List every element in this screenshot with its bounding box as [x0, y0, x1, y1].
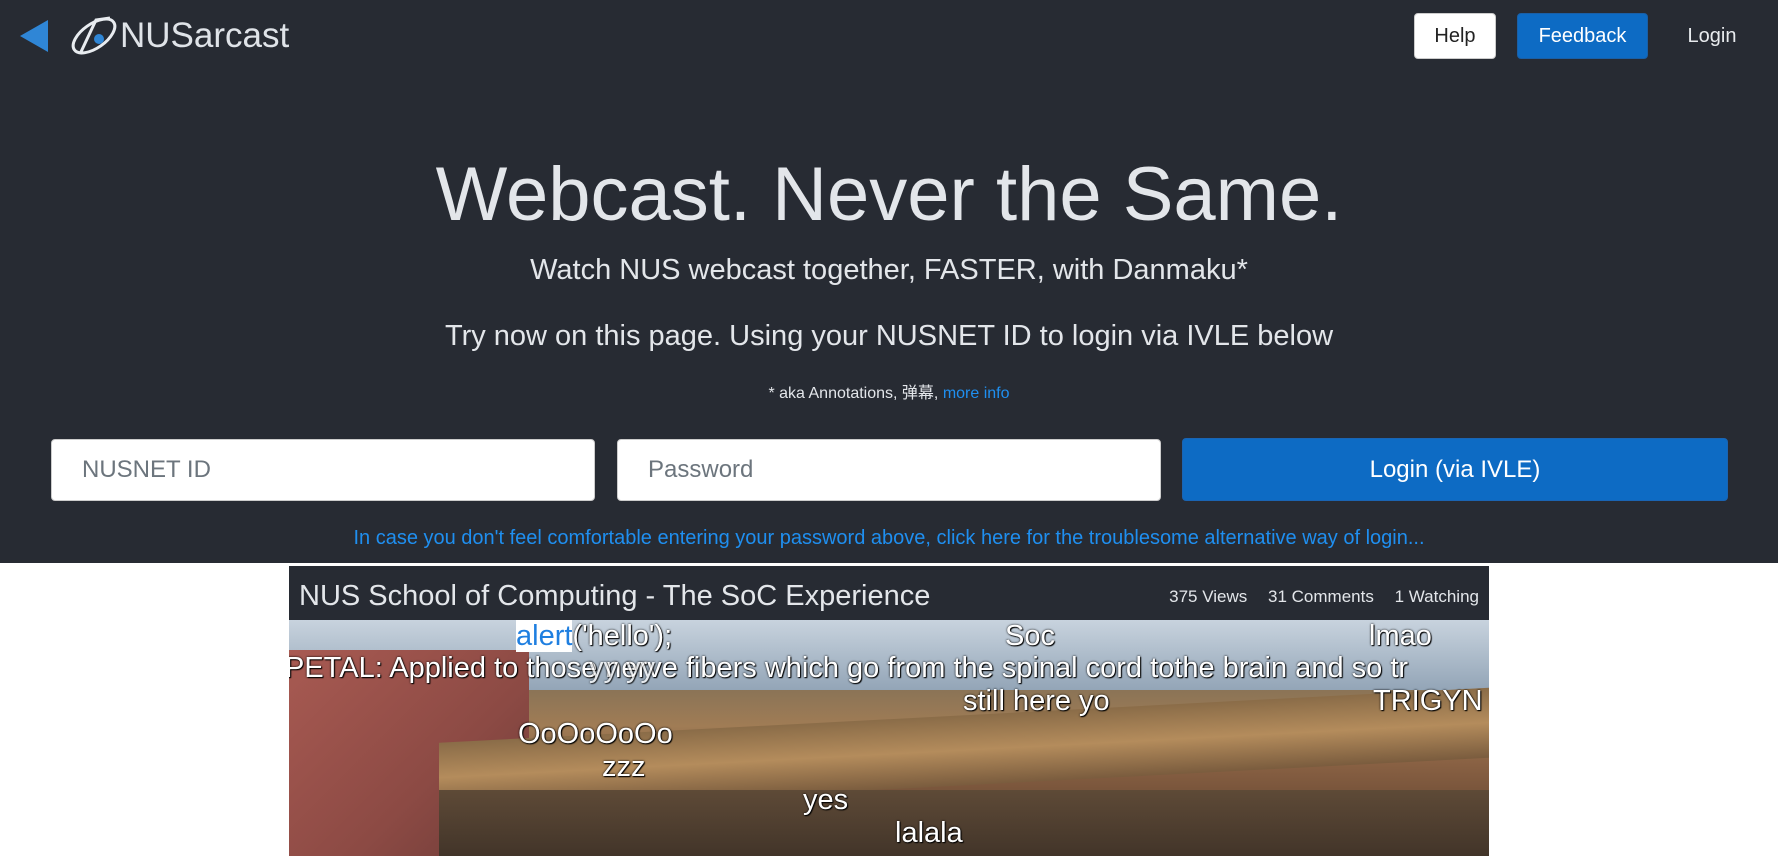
password-input[interactable] — [617, 439, 1161, 501]
danmaku-comment: TRIGYN — [1373, 685, 1483, 717]
danmaku-comment: alert('hello'); — [516, 620, 672, 652]
alternative-login-link[interactable]: In case you don't feel comfortable enter… — [0, 526, 1778, 550]
danmaku-comment: still here yo — [963, 685, 1110, 717]
annotation-note: * aka Annotations, 弹幕, more info — [0, 384, 1778, 404]
danmaku-comment: yy yy — [589, 652, 656, 684]
comments-count: 31 Comments — [1268, 587, 1374, 606]
more-info-link[interactable]: more info — [943, 385, 1010, 402]
video-building-lower — [439, 790, 1489, 856]
danmaku-comment: PETAL: Applied to those nerve fibers whi… — [289, 652, 1409, 684]
danmaku-comment: lalala — [895, 817, 963, 849]
hero-section: NUSarcast Help Feedback Login Webcast. N… — [0, 0, 1778, 563]
views-count: 375 Views — [1169, 587, 1248, 606]
danmaku-comment: yes — [803, 784, 849, 816]
hero-instruction: Try now on this page. Using your NUSNET … — [444, 320, 1334, 352]
back-arrow-icon[interactable] — [18, 18, 50, 54]
login-ivle-button[interactable]: Login (via IVLE) — [1182, 438, 1728, 501]
danmaku-highlight: alert — [516, 620, 573, 652]
hero-headline: Webcast. Never the Same. — [435, 152, 1343, 237]
video-player[interactable]: alert('hello'); Soc lmao PETAL: Applied … — [289, 620, 1489, 856]
nusnet-id-input[interactable] — [51, 439, 595, 501]
danmaku-comment: OoOoOoOo — [518, 718, 673, 750]
satellite-logo-icon[interactable] — [66, 10, 122, 62]
login-link[interactable]: Login — [1672, 13, 1752, 59]
brand-name[interactable]: NUSarcast — [120, 16, 289, 56]
watching-count: 1 Watching — [1394, 587, 1479, 606]
help-button[interactable]: Help — [1414, 13, 1496, 59]
video-header: NUS School of Computing - The SoC Experi… — [289, 566, 1489, 620]
video-title: NUS School of Computing - The SoC Experi… — [299, 580, 931, 612]
video-stats: 375 Views 31 Comments 1 Watching — [1153, 586, 1479, 608]
feedback-button[interactable]: Feedback — [1517, 13, 1648, 59]
danmaku-comment: zzz — [602, 751, 646, 783]
hero-subtitle: Watch NUS webcast together, FASTER, with… — [530, 254, 1248, 286]
danmaku-text: ('hello'); — [572, 620, 673, 652]
annotation-note-text: * aka Annotations, 弹幕, — [768, 385, 939, 402]
danmaku-comment: Soc — [1005, 620, 1055, 652]
danmaku-comment: lmao — [1369, 620, 1432, 652]
